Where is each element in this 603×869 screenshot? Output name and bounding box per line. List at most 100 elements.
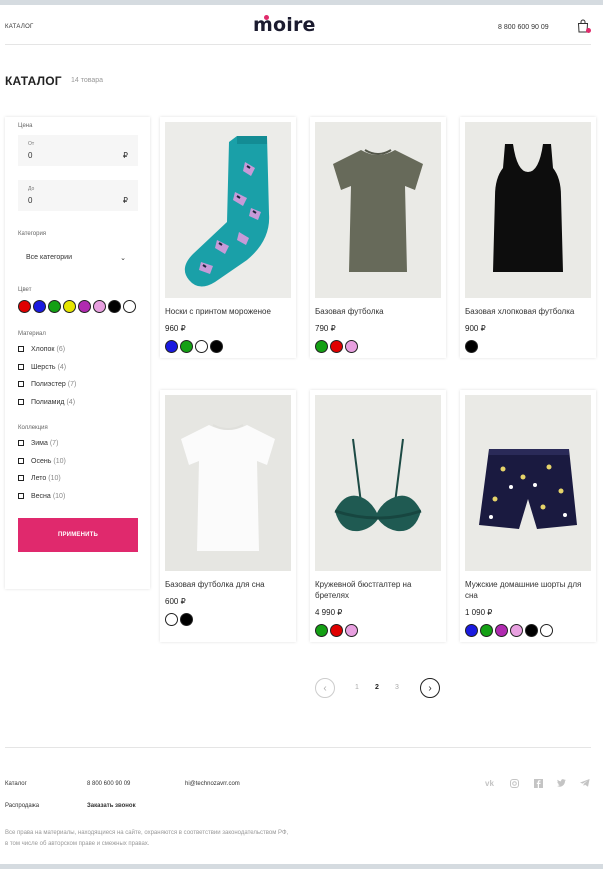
product-color-option[interactable] (345, 624, 358, 637)
product-color-option[interactable] (180, 613, 193, 626)
product-color-option[interactable] (180, 340, 193, 353)
checkbox-box[interactable] (18, 458, 24, 464)
product-color-option[interactable] (330, 340, 343, 353)
price-from-label: От (28, 141, 35, 147)
filter-panel: Цена От 0 ₽ До 0 ₽ Категория Все категор… (5, 117, 150, 589)
checkbox-label: Лето (31, 474, 47, 482)
logo-accent-dot (264, 15, 269, 20)
color-swatch[interactable] (93, 300, 106, 313)
page-link[interactable]: 3 (395, 684, 399, 691)
footer-divider (5, 747, 591, 748)
checkbox-box[interactable] (18, 493, 24, 499)
product-color-option[interactable] (465, 624, 478, 637)
category-select[interactable]: Все категории ⌄ (18, 246, 138, 270)
checkbox-label: Полиамид (31, 398, 65, 406)
color-swatches (18, 300, 136, 314)
product-color-option[interactable] (480, 624, 493, 637)
product-colors (465, 624, 553, 637)
product-color-option[interactable] (495, 624, 508, 637)
product-image[interactable] (465, 122, 591, 298)
collection-checkbox[interactable]: Весна (10) (18, 491, 65, 501)
product-name[interactable]: Носки с принтом мороженое (165, 306, 293, 317)
product-color-option[interactable] (210, 340, 223, 353)
product-price: 900 ₽ (465, 324, 486, 333)
collection-checkbox[interactable]: Осень (10) (18, 456, 66, 466)
collection-checkbox[interactable]: Зима (7) (18, 438, 58, 448)
chevron-right-icon[interactable]: › (420, 678, 440, 698)
checkbox-count: (4) (57, 363, 67, 371)
footer-catalog-link[interactable]: Каталог (5, 781, 27, 787)
checkbox-box[interactable] (18, 399, 24, 405)
color-swatch[interactable] (48, 300, 61, 313)
checkbox-box[interactable] (18, 364, 24, 370)
footer-email-link[interactable]: hi@technozavrr.com (185, 781, 240, 787)
chevron-left-icon[interactable]: ‹ (315, 678, 335, 698)
color-swatch[interactable] (33, 300, 46, 313)
checkbox-box[interactable] (18, 346, 24, 352)
checkbox-box[interactable] (18, 381, 24, 387)
checkbox-box[interactable] (18, 440, 24, 446)
checkbox-label: Полиэстер (31, 380, 66, 388)
product-image[interactable] (165, 122, 291, 298)
product-card[interactable]: Базовая футболка для сна 600 ₽ (160, 390, 296, 642)
product-color-option[interactable] (195, 340, 208, 353)
product-card[interactable]: Носки с принтом мороженое 960 ₽ (160, 117, 296, 358)
color-swatch[interactable] (78, 300, 91, 313)
material-checkbox[interactable]: Шерсть (4) (18, 362, 66, 372)
product-card[interactable]: Мужские домашние шорты для сна 1 090 ₽ (460, 390, 596, 642)
footer-sale-link[interactable]: Распродажа (5, 803, 39, 809)
price-to-field[interactable]: До 0 ₽ (18, 180, 138, 211)
product-card[interactable]: Кружевной бюстгалтер на бретелях 4 990 ₽ (310, 390, 446, 642)
callback-link[interactable]: Заказать звонок (87, 803, 136, 809)
color-swatch[interactable] (108, 300, 121, 313)
product-color-option[interactable] (330, 624, 343, 637)
color-swatch[interactable] (123, 300, 136, 313)
product-color-option[interactable] (165, 613, 178, 626)
price-from-field[interactable]: От 0 ₽ (18, 135, 138, 166)
checkbox-count: (6) (56, 345, 66, 353)
instagram-icon[interactable] (510, 779, 519, 788)
product-color-option[interactable] (465, 340, 478, 353)
color-swatch[interactable] (63, 300, 76, 313)
page-link-active[interactable]: 2 (375, 684, 379, 691)
checkbox-box[interactable] (18, 475, 24, 481)
twitter-icon[interactable] (557, 779, 566, 787)
facebook-icon[interactable] (534, 779, 543, 788)
product-colors (315, 340, 358, 353)
vk-icon[interactable]: vk (485, 779, 494, 788)
product-color-option[interactable] (165, 340, 178, 353)
product-name[interactable]: Базовая футболка для сна (165, 579, 293, 590)
product-color-option[interactable] (510, 624, 523, 637)
product-card[interactable]: Базовая футболка 790 ₽ (310, 117, 446, 358)
color-swatch[interactable] (18, 300, 31, 313)
product-color-option[interactable] (540, 624, 553, 637)
collection-checkbox[interactable]: Лето (10) (18, 473, 61, 483)
price-label: Цена (18, 123, 33, 129)
apply-filter-button[interactable]: ПРИМЕНИТЬ (18, 518, 138, 552)
material-checkbox[interactable]: Полиэстер (7) (18, 379, 76, 389)
product-image[interactable] (315, 122, 441, 298)
footer-phone-link[interactable]: 8 800 600 90 09 (87, 781, 130, 787)
product-name[interactable]: Мужские домашние шорты для сна (465, 579, 593, 601)
header-phone-link[interactable]: 8 800 600 90 09 (498, 24, 549, 31)
product-color-option[interactable] (345, 340, 358, 353)
page-link[interactable]: 1 (355, 684, 359, 691)
copyright-text: Все права на материалы, находящиеся на с… (5, 830, 289, 847)
header-catalog-link[interactable]: КАТАЛОГ (5, 24, 34, 30)
checkbox-label: Осень (31, 457, 52, 465)
product-name[interactable]: Кружевной бюстгалтер на бретелях (315, 579, 443, 601)
product-color-option[interactable] (525, 624, 538, 637)
material-checkbox[interactable]: Полиамид (4) (18, 397, 75, 407)
material-checkbox[interactable]: Хлопок (6) (18, 344, 65, 354)
product-color-option[interactable] (315, 624, 328, 637)
product-image[interactable] (165, 395, 291, 571)
product-name[interactable]: Базовая хлопковая футболка (465, 306, 593, 317)
product-image[interactable] (315, 395, 441, 571)
product-card[interactable]: Базовая хлопковая футболка 900 ₽ (460, 117, 596, 358)
site-logo[interactable]: moire (253, 14, 316, 36)
product-color-option[interactable] (315, 340, 328, 353)
page-title: КАТАЛОГ (5, 74, 62, 88)
telegram-icon[interactable] (580, 779, 590, 787)
product-name[interactable]: Базовая футболка (315, 306, 443, 317)
product-image[interactable] (465, 395, 591, 571)
